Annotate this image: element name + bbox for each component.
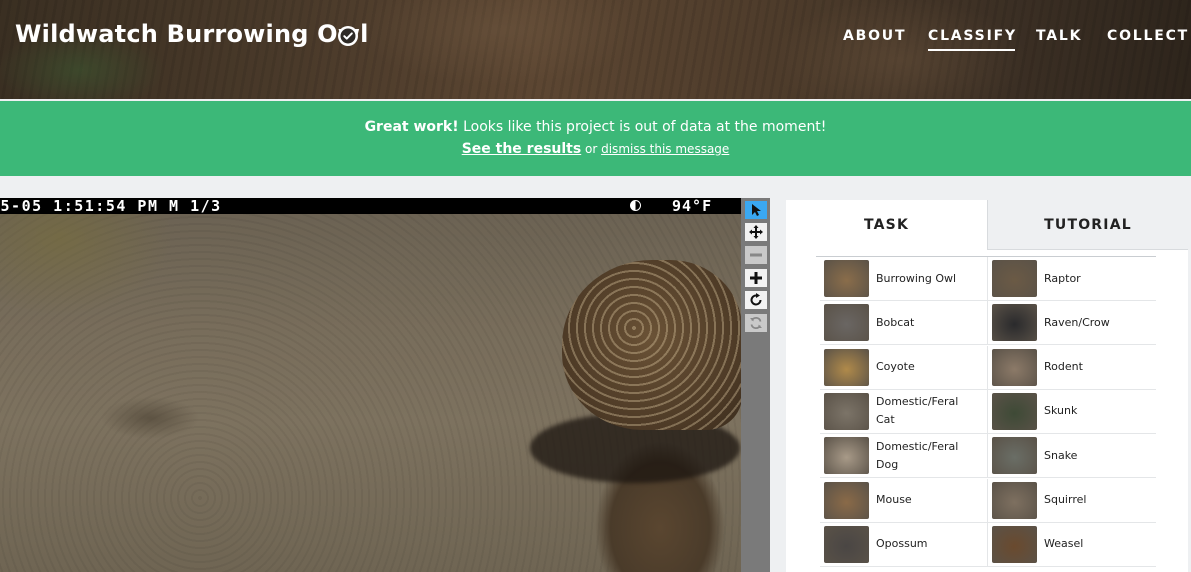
choice-weasel[interactable]: Weasel bbox=[988, 523, 1156, 567]
choice-thumbnail bbox=[824, 392, 869, 430]
choice-raptor[interactable]: Raptor bbox=[988, 257, 1156, 301]
choice-thumbnail bbox=[992, 481, 1037, 519]
choice-label: Burrowing Owl bbox=[876, 271, 957, 285]
choice-thumbnail bbox=[824, 260, 869, 297]
choice-thumbnail bbox=[824, 437, 869, 475]
choice-thumbnail bbox=[824, 525, 869, 563]
move-tool-button[interactable] bbox=[745, 223, 767, 241]
tab-task[interactable]: TASK bbox=[786, 200, 987, 250]
move-icon bbox=[749, 225, 763, 239]
nav-classify[interactable]: CLASSIFY bbox=[928, 28, 1017, 51]
out-of-data-banner: Great work! Looks like this project is o… bbox=[0, 101, 1191, 176]
choice-label: Bobcat bbox=[876, 315, 915, 329]
reset-button[interactable] bbox=[745, 314, 767, 332]
camera-temperature: 94°F bbox=[672, 198, 713, 215]
choice-domestic-feral-cat[interactable]: Domestic/Feral Cat bbox=[820, 389, 988, 434]
dismiss-message-link[interactable]: dismiss this message bbox=[601, 142, 729, 156]
pointer-icon bbox=[752, 204, 761, 216]
choice-thumbnail bbox=[992, 525, 1037, 563]
reset-icon bbox=[750, 316, 762, 330]
verified-check-icon bbox=[338, 26, 358, 46]
choice-label: Raptor bbox=[1044, 271, 1081, 285]
nav-talk[interactable]: TALK bbox=[1036, 28, 1082, 44]
zoom-in-button[interactable] bbox=[745, 269, 767, 287]
banner-strong: Great work! bbox=[364, 119, 459, 135]
viewer-toolbar bbox=[741, 198, 770, 572]
choice-label: Weasel bbox=[1044, 537, 1084, 551]
choice-rodent[interactable]: Rodent bbox=[988, 346, 1156, 390]
see-results-link[interactable]: See the results bbox=[462, 141, 582, 157]
choice-label: Coyote bbox=[876, 360, 915, 374]
choice-label: Domestic/Feral Cat bbox=[876, 395, 959, 427]
rotate-icon bbox=[750, 293, 762, 306]
choice-mouse[interactable]: Mouse bbox=[820, 478, 988, 523]
choice-thumbnail bbox=[992, 437, 1037, 475]
choice-thumbnail bbox=[992, 348, 1037, 386]
choice-label: Rodent bbox=[1044, 360, 1083, 374]
choice-thumbnail bbox=[992, 392, 1037, 430]
choice-thumbnail bbox=[824, 348, 869, 386]
choice-domestic-feral-dog[interactable]: Domestic/Feral Dog bbox=[820, 434, 988, 479]
moon-phase-icon bbox=[630, 200, 641, 211]
nav-collect[interactable]: COLLECT bbox=[1107, 28, 1189, 44]
rotate-button[interactable] bbox=[745, 291, 767, 309]
choice-snake[interactable]: Snake bbox=[988, 434, 1156, 479]
species-choice-grid: Burrowing Owl Raptor Bobcat Raven/Crow Coyot… bbox=[816, 256, 1156, 567]
choice-bobcat[interactable]: Bobcat bbox=[820, 301, 988, 346]
choice-label: Domestic/Feral Dog bbox=[876, 439, 959, 471]
nav-about[interactable]: ABOUT bbox=[843, 28, 906, 44]
annotate-tool-button[interactable] bbox=[745, 201, 767, 219]
choice-squirrel[interactable]: Squirrel bbox=[988, 479, 1156, 523]
choice-opossum[interactable]: Opossum bbox=[820, 522, 988, 567]
owl-figure bbox=[562, 260, 741, 430]
zoom-in-icon bbox=[750, 272, 762, 284]
banner-or: or bbox=[581, 142, 602, 156]
banner-actions: See the results or dismiss this message bbox=[0, 141, 1191, 157]
choice-coyote[interactable]: Coyote bbox=[820, 345, 988, 390]
zoom-out-icon bbox=[750, 253, 762, 257]
banner-text: Looks like this project is out of data a… bbox=[458, 119, 827, 135]
camera-info-strip: 05-05 1:51:54 PM M 1/3 94°F bbox=[0, 198, 741, 215]
camera-datetime: 05-05 1:51:54 PM M 1/3 bbox=[0, 198, 222, 215]
choice-thumbnail bbox=[824, 481, 869, 519]
banner-message: Great work! Looks like this project is o… bbox=[0, 119, 1191, 135]
zoom-out-button[interactable] bbox=[745, 246, 767, 264]
subject-image[interactable]: 05-05 1:51:54 PM M 1/3 94°F bbox=[0, 198, 741, 572]
choice-thumbnail bbox=[992, 260, 1037, 297]
choice-label: Skunk bbox=[1044, 404, 1078, 418]
choice-label: Squirrel bbox=[1044, 493, 1087, 506]
tab-tutorial[interactable]: TUTORIAL bbox=[987, 200, 1188, 250]
project-header: Wildwatch Burrowing Owl ABOUT CLASSIFY T… bbox=[0, 0, 1191, 99]
choice-label: Snake bbox=[1044, 448, 1078, 462]
task-panel: TASK TUTORIAL Burrowing Owl Raptor Bobcat R… bbox=[786, 200, 1188, 572]
choice-thumbnail bbox=[992, 304, 1037, 342]
choice-label: Mouse bbox=[876, 493, 912, 506]
choice-skunk[interactable]: Skunk bbox=[988, 390, 1156, 434]
choice-thumbnail bbox=[824, 304, 869, 342]
choice-label: Opossum bbox=[876, 537, 928, 551]
choice-burrowing-owl[interactable]: Burrowing Owl bbox=[820, 257, 988, 301]
choice-raven-crow[interactable]: Raven/Crow bbox=[988, 301, 1156, 346]
choice-label: Raven/Crow bbox=[1044, 315, 1110, 329]
project-title[interactable]: Wildwatch Burrowing Owl bbox=[15, 20, 369, 48]
task-tabs: TASK TUTORIAL bbox=[786, 200, 1188, 250]
